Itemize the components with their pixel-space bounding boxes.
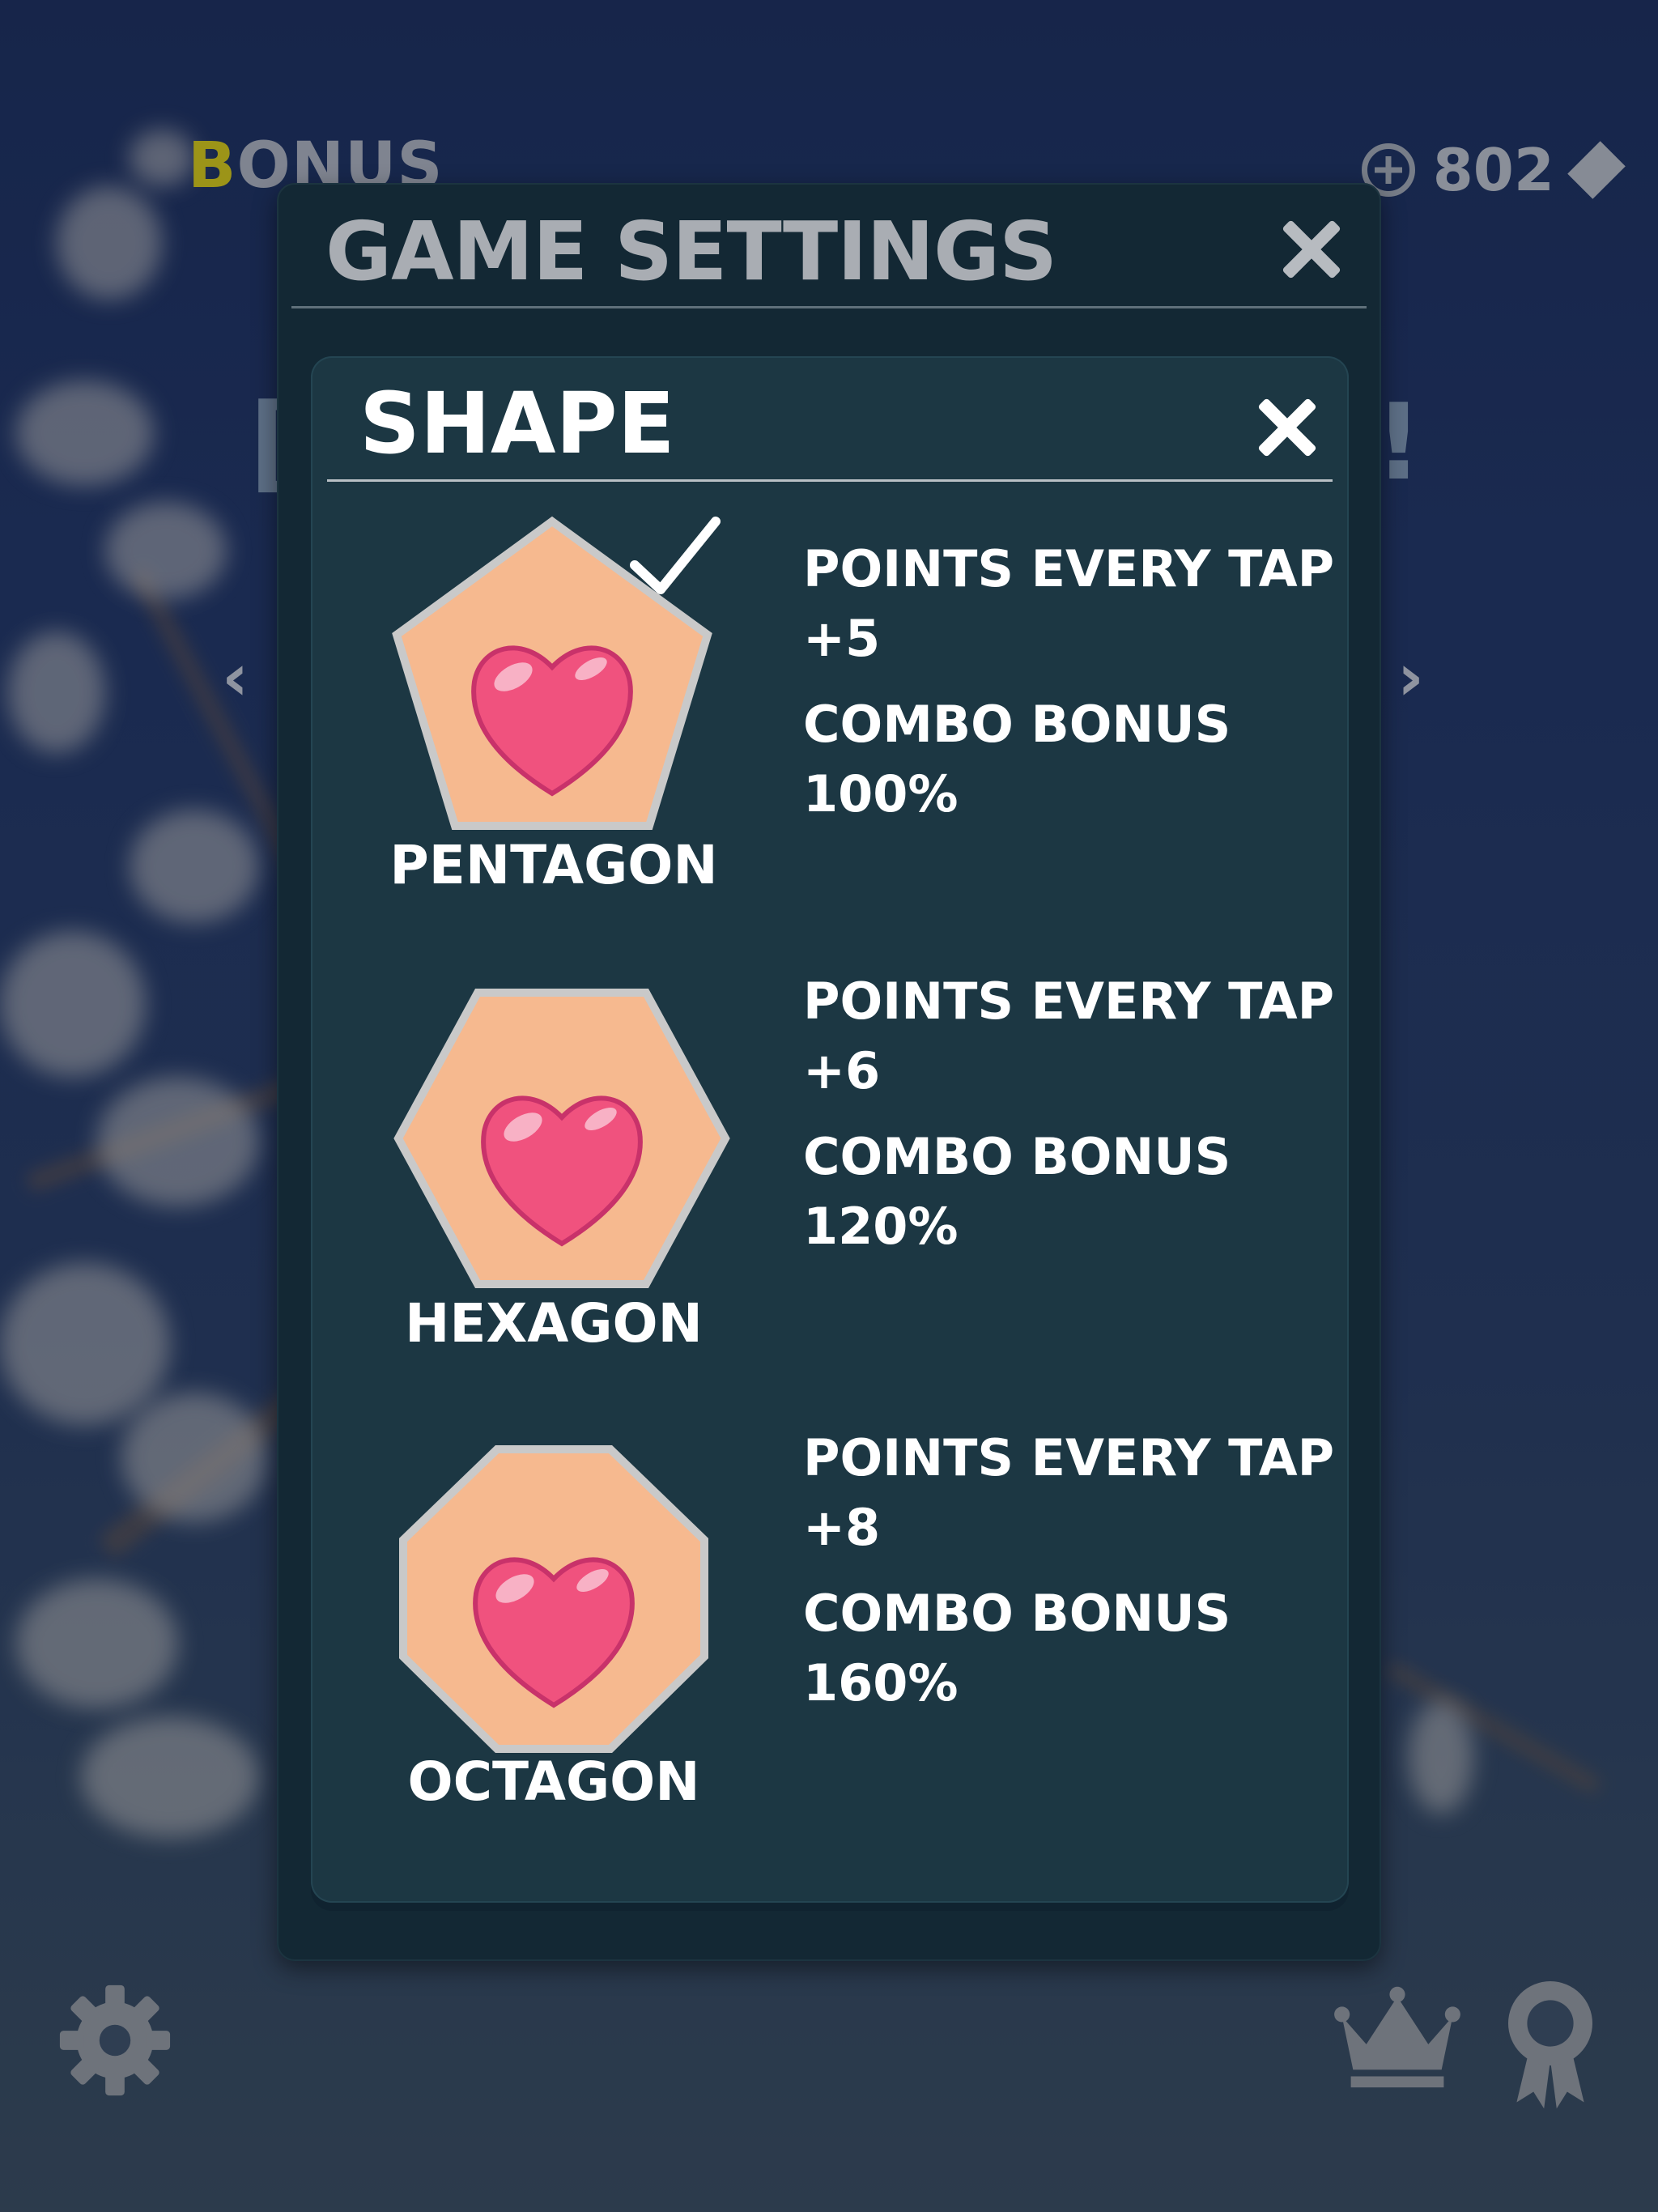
combo-label: COMBO BONUS bbox=[803, 695, 1231, 754]
points-label: POINTS EVERY TAP bbox=[803, 539, 1335, 598]
next-arrow-icon[interactable]: › bbox=[1397, 640, 1424, 715]
close-icon[interactable] bbox=[1279, 217, 1344, 282]
previous-arrow-icon[interactable]: ‹ bbox=[222, 640, 249, 715]
points-value: +5 bbox=[803, 609, 881, 668]
shape-name-octagon: OCTAGON bbox=[407, 1750, 700, 1813]
panel-title: SHAPE bbox=[359, 374, 675, 473]
points-label: POINTS EVERY TAP bbox=[803, 1428, 1335, 1487]
points-label: POINTS EVERY TAP bbox=[803, 972, 1335, 1031]
points-value: +6 bbox=[803, 1041, 881, 1100]
combo-value: 100% bbox=[803, 764, 959, 823]
medal-icon[interactable] bbox=[1498, 1976, 1603, 2113]
hexagon-shape-icon bbox=[393, 989, 730, 1288]
shape-stats-pentagon: POINTS EVERY TAP +5 COMBO BONUS 100% bbox=[803, 534, 1334, 829]
coin-counter: 802 bbox=[1361, 136, 1626, 204]
game-settings-dialog: GAME SETTINGS SHAPE PENTAGON POINTS EVER… bbox=[277, 183, 1381, 1961]
shape-option-hexagon[interactable]: HEXAGON POINTS EVERY TAP +6 COMBO BONUS … bbox=[311, 972, 1349, 1409]
combo-value: 160% bbox=[803, 1653, 959, 1712]
combo-label: COMBO BONUS bbox=[803, 1584, 1231, 1643]
dialog-title: GAME SETTINGS bbox=[325, 204, 1057, 299]
gear-icon[interactable] bbox=[55, 1980, 175, 2100]
points-value: +8 bbox=[803, 1498, 881, 1557]
shape-stats-octagon: POINTS EVERY TAP +8 COMBO BONUS 160% bbox=[803, 1423, 1334, 1718]
coin-count: 802 bbox=[1432, 136, 1554, 204]
checkmark-icon bbox=[630, 517, 721, 594]
dialog-divider bbox=[291, 306, 1367, 308]
shape-stats-hexagon: POINTS EVERY TAP +6 COMBO BONUS 120% bbox=[803, 967, 1334, 1261]
background-title-right: ! bbox=[1375, 381, 1423, 504]
shape-option-octagon[interactable]: OCTAGON POINTS EVERY TAP +8 COMBO BONUS … bbox=[311, 1428, 1349, 1865]
octagon-shape-icon bbox=[399, 1445, 708, 1753]
bonus-label-initial: B bbox=[188, 130, 237, 202]
shape-name-hexagon: HEXAGON bbox=[405, 1292, 703, 1355]
close-icon[interactable] bbox=[1255, 395, 1320, 460]
combo-label: COMBO BONUS bbox=[803, 1127, 1231, 1186]
shape-option-pentagon[interactable]: PENTAGON POINTS EVERY TAP +5 COMBO BONUS… bbox=[311, 515, 1349, 936]
combo-value: 120% bbox=[803, 1197, 959, 1256]
shape-panel: SHAPE PENTAGON POINTS EVERY TAP +5 COMBO… bbox=[311, 356, 1349, 1903]
panel-divider bbox=[327, 479, 1333, 482]
crown-icon[interactable] bbox=[1331, 1982, 1464, 2095]
shape-name-pentagon: PENTAGON bbox=[389, 834, 718, 896]
